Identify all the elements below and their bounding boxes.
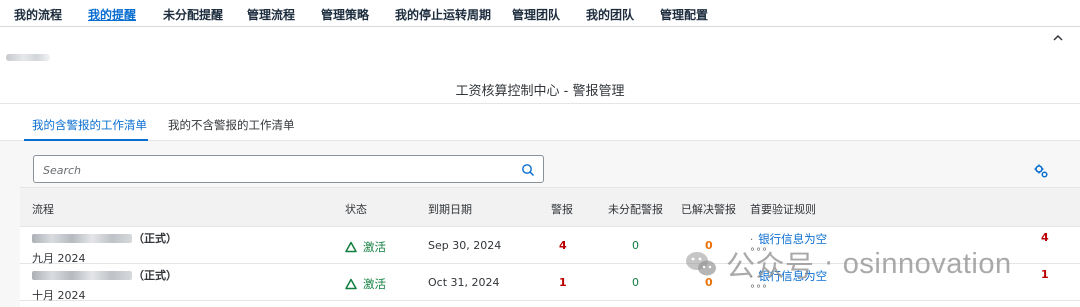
table-header: 流程 状态 到期日期 警报 未分配警报 已解决警报 首要验证规则 (20, 187, 1080, 227)
flow-name: （正式） (32, 230, 177, 246)
unassigned-count[interactable]: 0 (632, 239, 639, 252)
page-title: 工资核算控制中心 - 警报管理 (455, 84, 625, 99)
triangle-status-icon (345, 278, 357, 290)
status-text: 激活 (363, 277, 386, 291)
column-header-alerts[interactable]: 警报 (551, 201, 573, 217)
bullet-icon: · (750, 272, 755, 283)
column-header-unassigned-alerts[interactable]: 未分配警报 (608, 201, 663, 217)
content-area: 流程 状态 到期日期 警报 未分配警报 已解决警报 首要验证规则 （正式） 九月… (0, 141, 1080, 307)
search-icon[interactable] (521, 162, 535, 177)
search-field[interactable] (33, 155, 544, 183)
status-cell: 激活 (345, 239, 386, 255)
nav-manage-policies[interactable]: 管理策略 (321, 6, 369, 23)
flow-tag: （正式） (133, 269, 177, 282)
nav-my-alerts[interactable]: 我的提醒 (88, 6, 136, 23)
nav-manage-flows[interactable]: 管理流程 (247, 6, 295, 23)
nav-manage-teams[interactable]: 管理团队 (512, 6, 560, 23)
top-rule: · 银行信息为空 (750, 268, 827, 284)
top-navigation: 我的流程 我的提醒 未分配提醒 管理流程 管理策略 我的停止运转周期 管理团队 … (0, 0, 1080, 27)
column-header-resolved-alerts[interactable]: 已解决警报 (681, 201, 736, 217)
more-icon[interactable]: °°° (750, 284, 768, 295)
nav-my-team[interactable]: 我的团队 (586, 6, 634, 23)
table-row[interactable]: （正式） 十月 2024 激活 Oct 31, 2024 1 0 0 · 银行信息… (20, 264, 1080, 302)
resolved-count[interactable]: 0 (705, 239, 713, 252)
table-settings-icon[interactable] (1033, 163, 1049, 179)
blurred-flow-name (32, 233, 132, 243)
due-date: Sep 30, 2024 (428, 239, 502, 252)
unassigned-count[interactable]: 0 (632, 276, 639, 289)
top-rule-link[interactable]: 银行信息为空 (758, 232, 827, 246)
tab-worklist-with-alerts[interactable]: 我的含警报的工作清单 (32, 117, 147, 133)
alert-count[interactable]: 4 (559, 239, 567, 252)
triangle-status-icon (345, 241, 357, 253)
top-rule: · 银行信息为空 (750, 231, 827, 247)
bullet-icon: · (750, 235, 755, 246)
nav-my-downtime[interactable]: 我的停止运转周期 (395, 6, 491, 23)
alert-count[interactable]: 1 (559, 276, 567, 289)
row-alert-count: 4 (1041, 231, 1049, 244)
tab-worklist-without-alerts[interactable]: 我的不含警报的工作清单 (168, 117, 295, 133)
search-input[interactable] (43, 162, 503, 178)
nav-manage-config[interactable]: 管理配置 (660, 6, 708, 23)
due-date: Oct 31, 2024 (428, 276, 500, 289)
resolved-count[interactable]: 0 (705, 276, 713, 289)
column-header-flow[interactable]: 流程 (32, 201, 54, 217)
nav-unassigned-alerts[interactable]: 未分配提醒 (163, 6, 223, 23)
status-cell: 激活 (345, 276, 386, 292)
row-alert-count: 1 (1041, 268, 1049, 281)
table-row[interactable]: （正式） 九月 2024 激活 Sep 30, 2024 4 0 0 · 银行信息… (20, 227, 1080, 265)
flow-tag: （正式） (133, 232, 177, 245)
flow-name: （正式） (32, 267, 177, 283)
flow-month: 十月 2024 (32, 289, 86, 302)
column-header-status[interactable]: 状态 (345, 201, 367, 217)
tab-bar: 我的含警报的工作清单 我的不含警报的工作清单 (0, 103, 1080, 142)
blurred-user-name (6, 54, 50, 61)
more-icon[interactable]: °°° (750, 247, 768, 258)
chevron-up-icon[interactable] (1050, 30, 1066, 46)
alerts-table: 流程 状态 到期日期 警报 未分配警报 已解决警报 首要验证规则 （正式） 九月… (20, 187, 1080, 307)
column-header-due-date[interactable]: 到期日期 (428, 201, 472, 217)
status-text: 激活 (363, 240, 386, 254)
column-header-top-rule[interactable]: 首要验证规则 (750, 201, 816, 217)
nav-my-flows[interactable]: 我的流程 (14, 6, 62, 23)
top-rule-link[interactable]: 银行信息为空 (758, 269, 827, 283)
blurred-flow-name (32, 270, 132, 280)
